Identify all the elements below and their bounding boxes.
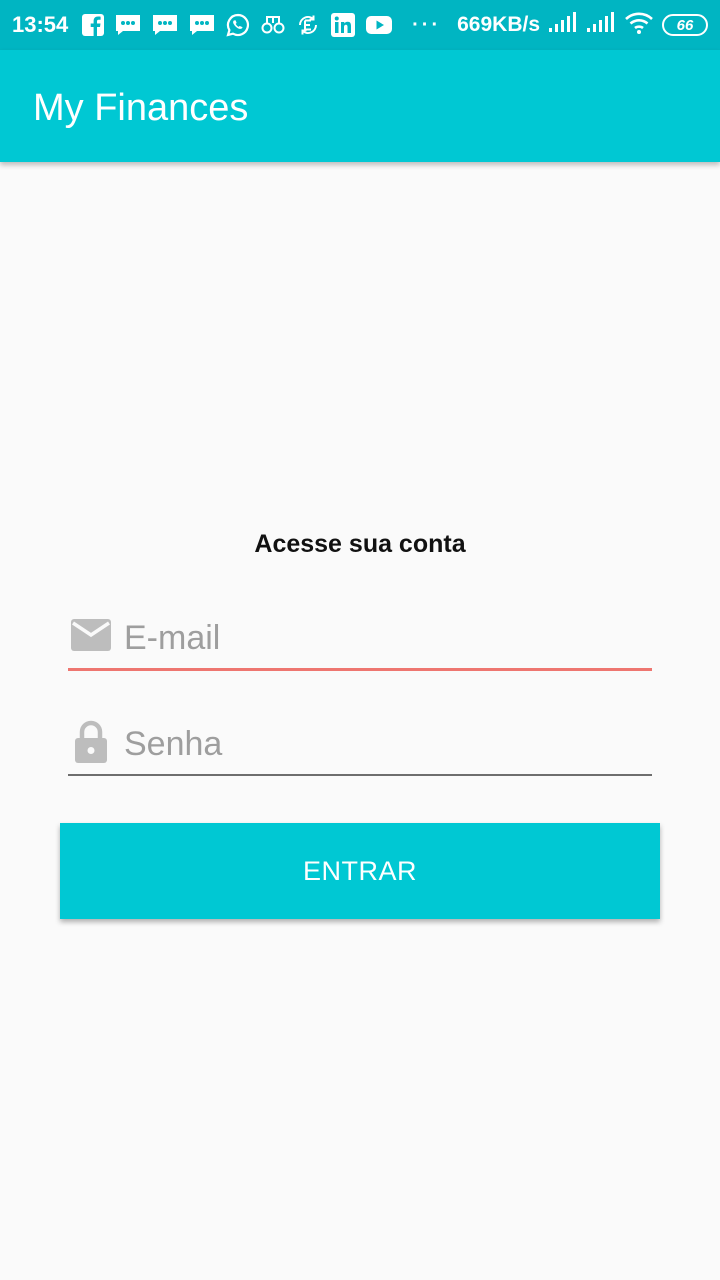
status-bar: 13:54 ··· 669KB/s 66 bbox=[0, 0, 720, 50]
lock-icon bbox=[74, 720, 108, 769]
email-field[interactable] bbox=[68, 608, 652, 671]
battery-icon: 66 bbox=[662, 14, 708, 36]
login-heading: Acesse sua conta bbox=[254, 530, 466, 558]
cloud-app-icon bbox=[261, 14, 285, 36]
app-bar: My Finances bbox=[0, 50, 720, 162]
messages-icon bbox=[152, 14, 178, 36]
signal-icon bbox=[548, 11, 578, 39]
more-notifications-dots: ··· bbox=[412, 13, 442, 36]
signal-icon bbox=[586, 11, 616, 39]
messages-icon bbox=[115, 14, 141, 36]
app-title: My Finances bbox=[33, 87, 249, 129]
status-time: 13:54 bbox=[12, 12, 69, 37]
facebook-icon bbox=[82, 14, 105, 36]
password-field[interactable] bbox=[68, 714, 652, 776]
password-input[interactable] bbox=[124, 720, 644, 768]
login-button[interactable]: ENTRAR bbox=[60, 823, 660, 919]
youtube-icon bbox=[366, 15, 393, 35]
network-speed: 669KB/s bbox=[457, 13, 540, 36]
email-icon bbox=[70, 618, 112, 657]
wifi-icon bbox=[624, 12, 654, 39]
battery-level: 66 bbox=[676, 16, 694, 34]
linkedin-icon bbox=[331, 13, 356, 37]
email-input[interactable] bbox=[124, 614, 644, 662]
messages-icon bbox=[189, 14, 215, 36]
sync-e-icon bbox=[296, 13, 320, 37]
whatsapp-icon bbox=[226, 13, 250, 37]
notification-icons bbox=[82, 13, 393, 37]
status-right: ··· 669KB/s 66 bbox=[412, 11, 708, 39]
